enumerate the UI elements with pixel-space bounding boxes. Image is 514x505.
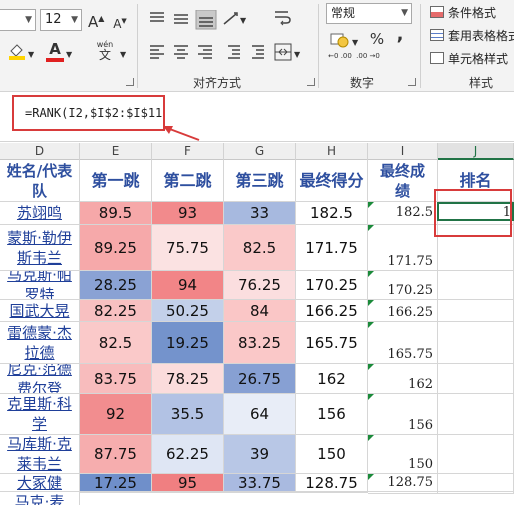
data-cell-h[interactable]: 156 [296, 394, 368, 435]
error-indicator-icon [368, 322, 374, 328]
data-cell-g[interactable]: 84 [224, 300, 296, 322]
final-score-cell[interactable]: 170.25 [368, 271, 438, 300]
data-cell-f[interactable]: 50.25 [152, 300, 224, 322]
name-link-cell[interactable]: 克里斯·科学 [0, 394, 80, 435]
error-indicator-icon [368, 394, 374, 400]
data-cell-f[interactable]: 94 [152, 271, 224, 300]
data-cell-e[interactable]: 28.25 [80, 271, 152, 300]
data-cell-f[interactable]: 35.5 [152, 394, 224, 435]
data-cell-h[interactable]: 182.5 [296, 202, 368, 225]
data-cell-g[interactable]: 82.5 [224, 225, 296, 271]
data-cell-h[interactable]: 170.25 [296, 271, 368, 300]
data-cell-e[interactable]: 83.75 [80, 364, 152, 394]
name-link-cell[interactable]: 尼克·范德费尔登 [0, 364, 80, 394]
data-cell-f[interactable]: 93 [152, 202, 224, 225]
excel-window: ▼ 12 ▼ A▲ A▼ ▼ A ▼ wén 文 ▼ ▼ ▼ 对齐方式 常规 ▼… [0, 0, 514, 505]
header-cell-h[interactable]: 最终得分 [296, 160, 368, 202]
rank-cell[interactable] [438, 492, 514, 494]
name-link-cell[interactable]: 马克斯·帕罗特 [0, 271, 80, 300]
data-cell-e[interactable]: 82.5 [80, 322, 152, 364]
error-indicator-icon [368, 474, 374, 480]
rank-cell[interactable] [438, 394, 514, 435]
final-score-cell[interactable] [368, 492, 438, 494]
data-cell-g[interactable]: 33 [224, 202, 296, 225]
error-indicator-icon [368, 300, 374, 306]
data-cell-g[interactable] [224, 492, 296, 493]
data-cell-f[interactable]: 95 [152, 474, 224, 492]
error-indicator-icon [368, 202, 374, 208]
header-cell-e[interactable]: 第一跳 [80, 160, 152, 202]
header-cell-g[interactable]: 第三跳 [224, 160, 296, 202]
data-cell-e[interactable]: 89.5 [80, 202, 152, 225]
name-link-cell[interactable]: 马克·麦 [0, 492, 80, 505]
error-indicator-icon [368, 435, 374, 441]
data-cell-g[interactable]: 26.75 [224, 364, 296, 394]
final-score-cell[interactable]: 166.25 [368, 300, 438, 322]
header-cell-f[interactable]: 第二跳 [152, 160, 224, 202]
name-link-cell[interactable]: 苏翊鸣 [0, 202, 80, 225]
data-cell-e[interactable]: 89.25 [80, 225, 152, 271]
error-indicator-icon [368, 271, 374, 277]
final-score-cell[interactable]: 128.75 [368, 474, 438, 492]
data-cell-f[interactable]: 62.25 [152, 435, 224, 474]
data-cell-h[interactable] [296, 492, 368, 493]
rank-cell[interactable] [438, 271, 514, 300]
data-cell-g[interactable]: 83.25 [224, 322, 296, 364]
data-cell-h[interactable]: 128.75 [296, 474, 368, 492]
data-cell-h[interactable]: 162 [296, 364, 368, 394]
name-link-cell[interactable]: 雷德蒙·杰拉德 [0, 322, 80, 364]
data-cell-g[interactable]: 76.25 [224, 271, 296, 300]
final-score-cell[interactable]: 162 [368, 364, 438, 394]
final-score-cell[interactable]: 165.75 [368, 322, 438, 364]
rank-cell[interactable] [438, 364, 514, 394]
data-cell-f[interactable]: 75.75 [152, 225, 224, 271]
data-cell-f[interactable]: 78.25 [152, 364, 224, 394]
name-link-cell[interactable]: 国武大晃 [0, 300, 80, 322]
final-score-cell[interactable]: 150 [368, 435, 438, 474]
name-link-cell[interactable]: 马库斯·克莱韦兰 [0, 435, 80, 474]
data-cell-h[interactable]: 171.75 [296, 225, 368, 271]
final-score-cell[interactable]: 182.5 [368, 202, 438, 225]
data-cell-e[interactable] [80, 492, 152, 493]
data-cell-e[interactable]: 82.25 [80, 300, 152, 322]
data-cell-e[interactable]: 92 [80, 394, 152, 435]
final-score-cell[interactable]: 171.75 [368, 225, 438, 271]
name-link-cell[interactable]: 蒙斯·勒伊斯韦兰 [0, 225, 80, 271]
data-cell-g[interactable]: 33.75 [224, 474, 296, 492]
worksheet-grid: 姓名/代表队 第一跳 第二跳 第三跳 最终得分 最终成绩 排名 苏翊鸣 89.5 93 33 182.… [0, 0, 514, 505]
final-score-cell[interactable]: 156 [368, 394, 438, 435]
rank-cell[interactable] [438, 322, 514, 364]
name-link-cell[interactable]: 大冢健 [0, 474, 80, 492]
header-cell-i[interactable]: 最终成绩 [368, 160, 438, 202]
error-indicator-icon [368, 225, 374, 231]
data-cell-h[interactable]: 165.75 [296, 322, 368, 364]
data-cell-e[interactable]: 17.25 [80, 474, 152, 492]
data-cell-h[interactable]: 150 [296, 435, 368, 474]
error-indicator-icon [368, 364, 374, 370]
data-cell-g[interactable]: 64 [224, 394, 296, 435]
rank-cell[interactable] [438, 474, 514, 492]
header-cell-d[interactable]: 姓名/代表队 [0, 160, 80, 202]
data-cell-f[interactable] [152, 492, 224, 493]
rank-cell[interactable] [438, 300, 514, 322]
data-cell-h[interactable]: 166.25 [296, 300, 368, 322]
rank-callout-box [434, 189, 512, 237]
data-cell-f[interactable]: 19.25 [152, 322, 224, 364]
data-cell-e[interactable]: 87.75 [80, 435, 152, 474]
data-cell-g[interactable]: 39 [224, 435, 296, 474]
rank-cell[interactable] [438, 435, 514, 474]
